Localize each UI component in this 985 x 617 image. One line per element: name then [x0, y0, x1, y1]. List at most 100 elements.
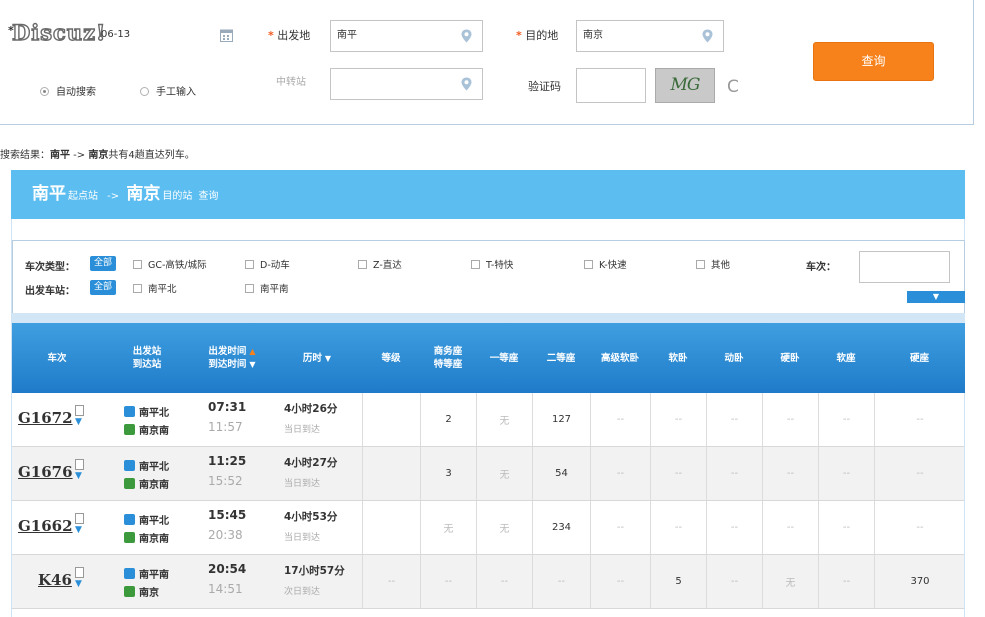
expand-down-icon[interactable]: ▼ [75, 580, 87, 589]
captcha-input[interactable] [576, 68, 646, 103]
seat-availability-value: -- [842, 414, 851, 425]
result-summary: 搜索结果：南平 -> 南京共有4趟直达列车。 [0, 146, 195, 161]
document-icon[interactable] [75, 459, 84, 470]
filter-station-nanpingbei[interactable]: 南平北 [133, 281, 177, 295]
via-input[interactable] [330, 68, 483, 100]
th-train-label: 车次 [47, 352, 67, 364]
filter-type-other[interactable]: 其他 [696, 257, 730, 271]
document-icon[interactable] [75, 567, 84, 578]
table-row[interactable]: G1662 ▼ 南平北 南京南 15:45 20:38 4小时53分 当日到达 无 无 234 -- -… [12, 501, 965, 555]
seat-availability-cell: -- [532, 555, 590, 608]
th-from-station: 出发站 [132, 346, 162, 357]
seat-availability-cell: -- [762, 501, 818, 554]
to-required-mark: * [516, 29, 522, 42]
th-times[interactable]: 出发时间 ▲ 到达时间 ▼ [192, 323, 272, 393]
seat-availability-cell: -- [706, 447, 762, 500]
checkbox [471, 260, 480, 269]
seat-availability-cell: 370 [874, 555, 965, 608]
calendar-icon[interactable] [220, 28, 233, 42]
train-type-all[interactable]: 全部 [90, 256, 117, 271]
arrival-station: 南京南 [124, 530, 169, 545]
seat-availability-cell: 无 [420, 501, 476, 554]
seat-availability-cell [362, 501, 420, 554]
start-station-icon [124, 568, 135, 579]
radio-manual-input[interactable]: 手工输入 [140, 83, 196, 98]
arrival-station-name: 南京南 [139, 426, 169, 437]
seat-availability-value: -- [916, 522, 924, 533]
th-soft-sleeper-adv-label: 高级软卧 [600, 352, 639, 364]
filter-type-gc[interactable]: GC-高铁/城际 [133, 257, 207, 271]
seat-availability-value: -- [786, 522, 795, 533]
expand-down-icon[interactable]: ▼ [75, 418, 87, 427]
location-pin-icon [461, 29, 472, 43]
date-field[interactable]: 06-13 [95, 20, 243, 52]
expand-down-icon[interactable]: ▼ [75, 472, 87, 481]
seat-availability-value: -- [616, 576, 625, 587]
departure-time: 15:45 [208, 508, 247, 522]
document-icon[interactable] [75, 513, 84, 524]
summary-suffix: 共有4趟直达列车。 [108, 150, 195, 161]
seat-availability-cell: -- [762, 447, 818, 500]
station-label: 出发车站： [25, 286, 75, 297]
th-arr-time: 到达时间 [208, 359, 247, 370]
sort-down-icon: ▼ [324, 353, 332, 363]
filter-type-t-label: T-特快 [486, 260, 514, 271]
refresh-captcha-icon[interactable]: C [727, 77, 739, 97]
table-row[interactable]: G1672 ▼ 南平北 南京南 07:31 11:57 4小时26分 当日到达 2 无 127 -- -… [12, 393, 965, 447]
table-row[interactable]: G1676 ▼ 南平北 南京南 11:25 15:52 4小时27分 当日到达 3 无 54 -- --… [12, 447, 965, 501]
train-number-link[interactable]: K46 [38, 571, 72, 589]
filter-type-z[interactable]: Z-直达 [358, 257, 402, 271]
captcha-image[interactable]: MG [655, 68, 715, 103]
train-detail-icons[interactable]: ▼ [75, 459, 87, 481]
th-stations: 出发站 到达站 [102, 323, 192, 393]
filter-type-d[interactable]: D-动车 [245, 257, 290, 271]
station-all[interactable]: 全部 [90, 280, 117, 295]
expand-down-icon[interactable]: ▼ [75, 526, 87, 535]
seat-availability-value: 127 [551, 414, 572, 425]
start-station-icon [124, 514, 135, 525]
seat-availability-cell: 5 [650, 555, 706, 608]
train-detail-icons[interactable]: ▼ [75, 513, 87, 535]
radio-auto-search[interactable]: 自动搜索 [40, 83, 96, 98]
from-input[interactable]: 南平 [330, 20, 483, 52]
seat-availability-value: -- [557, 576, 566, 587]
th-soft-seat-label: 软座 [836, 352, 856, 364]
th-business-2: 特等座 [433, 359, 463, 370]
to-input[interactable]: 南京 [576, 20, 724, 52]
train-number-link[interactable]: G1662 [18, 517, 73, 535]
train-number-link[interactable]: G1672 [18, 409, 73, 427]
seat-availability-cell: -- [476, 555, 532, 608]
filter-type-k[interactable]: K-快速 [584, 257, 627, 271]
th-hard-seat: 硬座 [874, 323, 965, 393]
train-detail-icons[interactable]: ▼ [75, 405, 87, 427]
banner-from: 南平 [32, 184, 66, 204]
train-detail-icons[interactable]: ▼ [75, 567, 87, 589]
table-row[interactable]: K46 ▼ 南平南 南京 20:54 14:51 17小时57分 次日到达 -- -- -- -- --… [12, 555, 965, 609]
document-icon[interactable] [75, 405, 84, 416]
arrival-time: 15:52 [208, 474, 243, 488]
th-soft-sleeper-adv: 高级软卧 [590, 323, 650, 393]
train-no-input[interactable] [859, 251, 950, 283]
th-business: 商务座 特等座 [420, 323, 476, 393]
seat-availability-cell: -- [706, 555, 762, 608]
seat-availability-cell: -- [362, 555, 420, 608]
seat-availability-cell [362, 447, 420, 500]
seat-availability-value: 370 [910, 576, 930, 587]
th-duration[interactable]: 历时 ▼ [272, 323, 362, 393]
banner-arrow: -> [104, 191, 123, 202]
checkbox [245, 284, 254, 293]
train-number-link[interactable]: G1676 [18, 463, 73, 481]
filter-station-nanpingnan[interactable]: 南平南 [245, 281, 289, 295]
seat-availability-value: 2 [445, 414, 452, 425]
departure-time: 11:25 [208, 454, 247, 468]
filter-type-t[interactable]: T-特快 [471, 257, 513, 271]
train-no-label: 车次： [806, 262, 836, 273]
end-station-icon [124, 586, 135, 597]
seat-availability-cell: -- [590, 501, 650, 554]
query-button[interactable]: 查询 [813, 42, 934, 81]
arrival-station-name: 南京南 [139, 480, 169, 491]
collapse-filter-button[interactable]: ▼ [907, 291, 965, 303]
arrival-station: 南京 [124, 584, 159, 599]
via-label: 中转站 [276, 77, 306, 88]
seat-availability-cell: -- [874, 501, 965, 554]
